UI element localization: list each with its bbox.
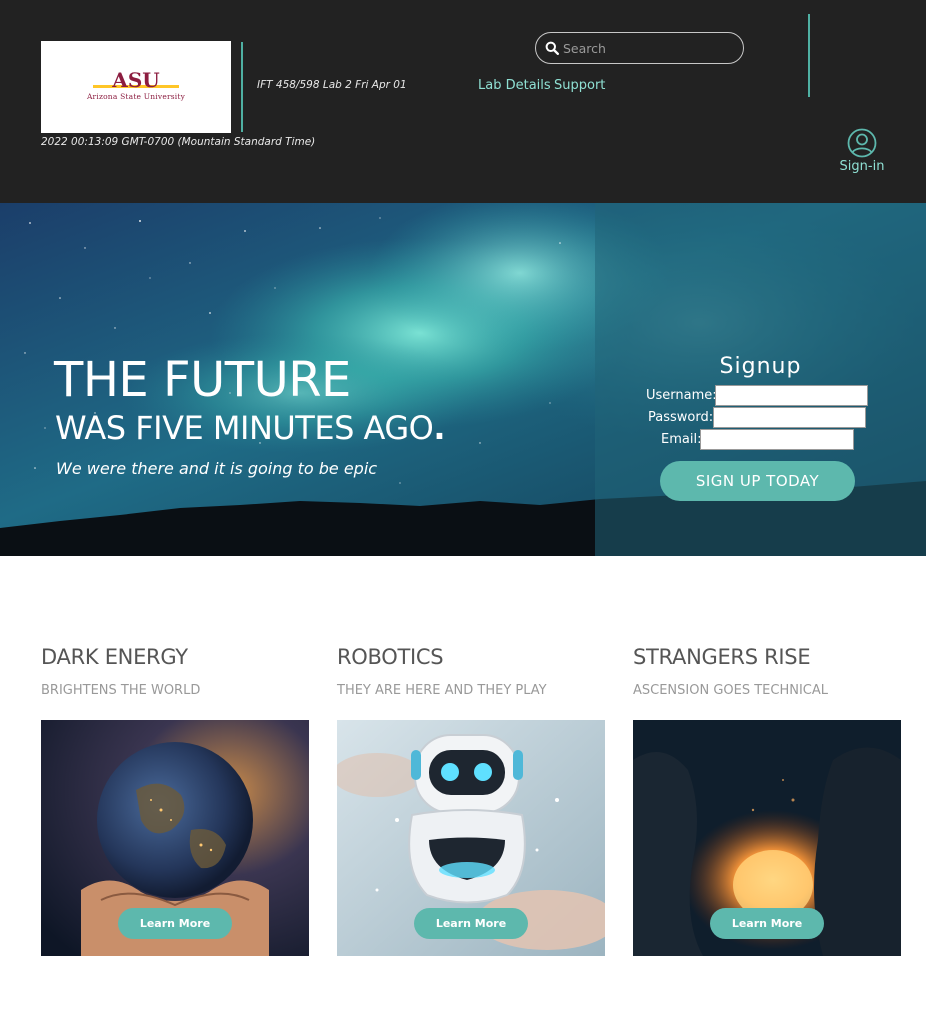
- username-label: Username:: [646, 388, 717, 403]
- hero-title: THE FUTURE: [54, 352, 351, 408]
- search-bar[interactable]: [535, 32, 744, 64]
- search-icon: [545, 41, 559, 55]
- email-label: Email:: [661, 432, 702, 447]
- sign-up-button[interactable]: SIGN UP TODAY: [660, 461, 855, 501]
- learn-more-button[interactable]: Learn More: [118, 908, 232, 939]
- card-title: ROBOTICS: [337, 645, 444, 669]
- hero-tagline: We were there and it is going to be epic: [56, 459, 378, 478]
- asu-logo-mark: ASU: [93, 71, 179, 91]
- hero-banner: THE FUTURE WAS FIVE MINUTES AGO. We were…: [0, 203, 926, 556]
- username-field[interactable]: [715, 385, 868, 406]
- card-subtitle: ASCENSION GOES TECHNICAL: [633, 683, 829, 698]
- robot-image: Learn More: [337, 720, 605, 956]
- earth-in-hands-image: Learn More: [41, 720, 309, 956]
- password-label: Password:: [648, 410, 714, 425]
- lab-info: IFT 458/598 Lab 2 Fri Apr 01: [257, 79, 407, 91]
- site-header: ASU Arizona State University IFT 458/598…: [0, 0, 926, 203]
- sign-in-button[interactable]: Sign-in: [838, 128, 886, 174]
- header-divider-right: [808, 14, 810, 97]
- asu-logo[interactable]: ASU Arizona State University: [41, 41, 231, 133]
- signup-title: Signup: [719, 354, 802, 379]
- signup-panel: Signup: [595, 203, 926, 556]
- hero-subtitle: WAS FIVE MINUTES AGO.: [55, 409, 446, 447]
- hero-subtitle-dot: .: [433, 409, 446, 447]
- campfire-image: Learn More: [633, 720, 901, 956]
- password-field[interactable]: [713, 407, 866, 428]
- asu-logo-text: Arizona State University: [86, 92, 186, 101]
- hero-subtitle-text: WAS FIVE MINUTES AGO: [55, 409, 434, 447]
- learn-more-button[interactable]: Learn More: [414, 908, 528, 939]
- user-circle-icon: [847, 128, 877, 158]
- svg-text:ASU: ASU: [111, 71, 159, 91]
- learn-more-button[interactable]: Learn More: [710, 908, 824, 939]
- card-subtitle: BRIGHTENS THE WORLD: [41, 683, 201, 698]
- card-title: DARK ENERGY: [41, 645, 188, 669]
- nav-support[interactable]: Support: [554, 78, 605, 93]
- card-subtitle: THEY ARE HERE AND THEY PLAY: [337, 683, 547, 698]
- current-datetime: 2022 00:13:09 GMT-0700 (Mountain Standar…: [41, 136, 316, 148]
- header-divider: [241, 42, 243, 132]
- email-field[interactable]: [700, 429, 854, 450]
- sign-in-label: Sign-in: [839, 159, 885, 174]
- card-title: STRANGERS RISE: [633, 645, 811, 669]
- nav-lab-details[interactable]: Lab Details: [478, 78, 551, 93]
- search-input[interactable]: [563, 37, 733, 59]
